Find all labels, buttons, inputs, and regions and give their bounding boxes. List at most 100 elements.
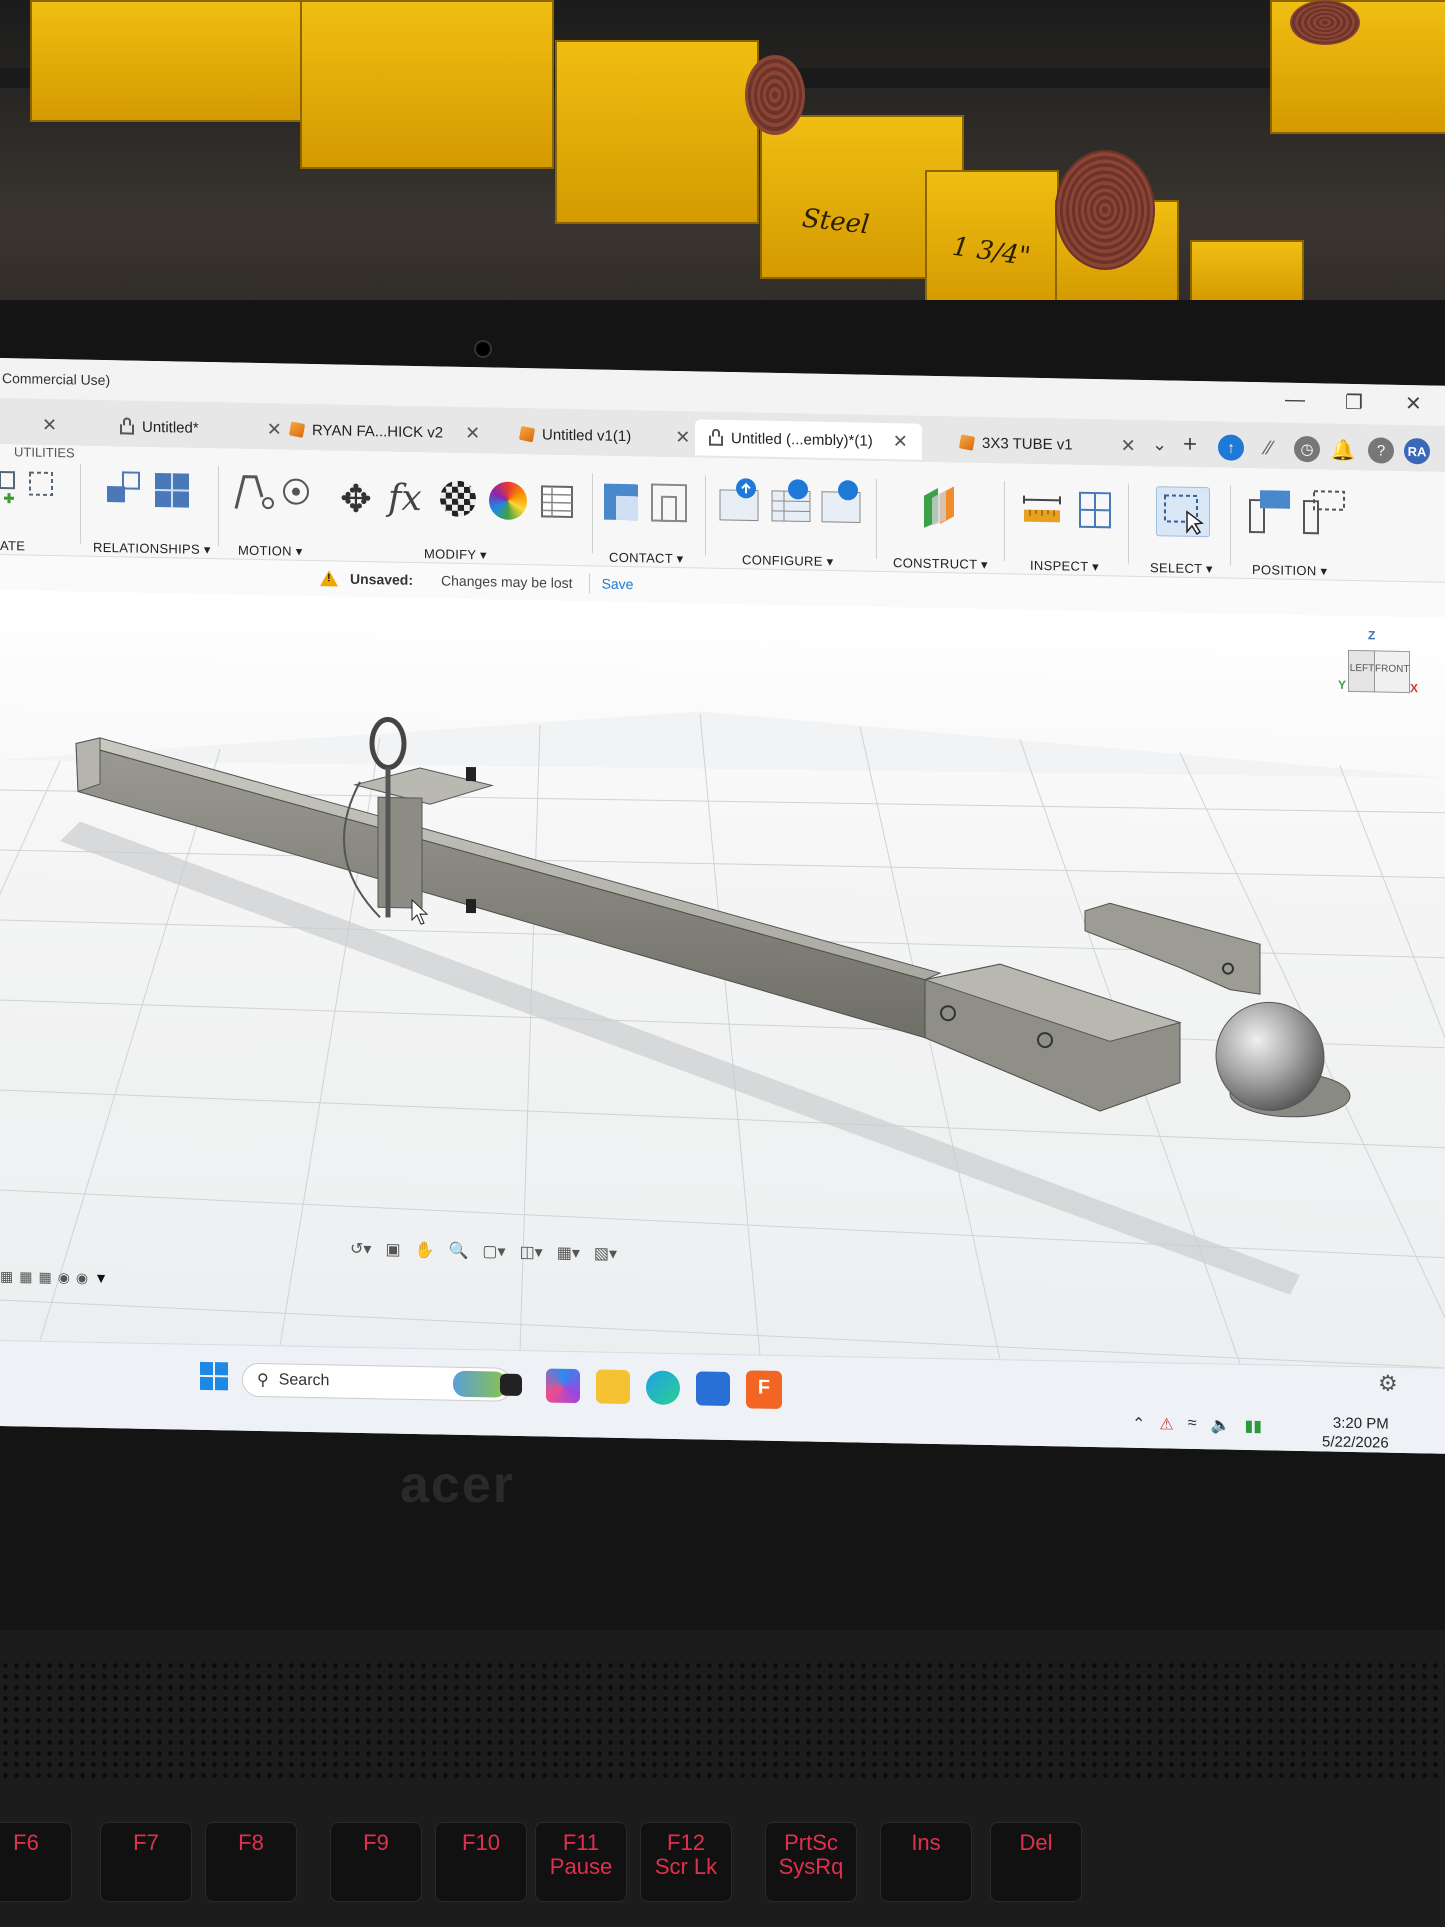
timeline[interactable]: ▦ ▦ ▦ ◉ ◉ ▼	[0, 1268, 108, 1287]
viewcube-left-face[interactable]: LEFT	[1348, 649, 1376, 693]
tab-label: Untitled*	[142, 418, 199, 437]
construct-menu[interactable]: CONSTRUCT ▾	[893, 555, 988, 573]
motion-link-icon[interactable]	[230, 468, 320, 516]
timeline-marker-icon[interactable]: ▼	[94, 1270, 108, 1287]
new-tab-icon[interactable]: +	[1183, 431, 1197, 459]
create-menu[interactable]: ATE	[0, 538, 25, 553]
model-canvas[interactable]	[0, 590, 1445, 1368]
zoom-icon[interactable]: 🔍	[448, 1241, 468, 1261]
timeline-feature-icon[interactable]: ▦	[19, 1268, 32, 1285]
avatar[interactable]: RA	[1404, 437, 1430, 465]
extensions-icon[interactable]: ↑	[1218, 434, 1244, 461]
wifi-icon[interactable]: ≈	[1188, 1415, 1197, 1435]
look-at-icon[interactable]: ▣	[385, 1239, 400, 1259]
construct-label: CONSTRUCT	[893, 555, 978, 572]
minimize-icon[interactable]: —	[1285, 389, 1305, 412]
configure-icons[interactable]	[716, 476, 866, 527]
select-tool-button[interactable]	[1156, 486, 1210, 538]
restore-icon[interactable]: ❐	[1345, 390, 1363, 415]
component-icon	[518, 425, 536, 443]
job-status-icon[interactable]: ∕∕	[1256, 435, 1282, 461]
tab-close-icon[interactable]: ✕	[1121, 435, 1136, 456]
tab-untitled-assembly[interactable]: Untitled (...embly)*(1) ✕	[695, 419, 922, 460]
modify-menu[interactable]: MODIFY ▾	[424, 546, 487, 563]
key-f6: F6	[0, 1822, 72, 1902]
timeline-feature-icon[interactable]: ◉	[58, 1269, 70, 1286]
create-component-icon[interactable]	[0, 468, 65, 513]
orbit-icon[interactable]: ↺▾	[350, 1239, 371, 1259]
position-menu[interactable]: POSITION ▾	[1252, 562, 1327, 579]
appearance-icon[interactable]	[440, 480, 476, 518]
relationships-menu[interactable]: RELATIONSHIPS ▾	[93, 540, 211, 558]
display-settings-icon[interactable]: ◫▾	[520, 1242, 543, 1262]
store-icon[interactable]	[696, 1371, 730, 1407]
offset-plane-icon[interactable]	[918, 484, 968, 531]
close-window-icon[interactable]: ✕	[1405, 391, 1422, 416]
hitch-ball[interactable]	[1215, 1001, 1325, 1111]
capture-position-icon[interactable]	[1246, 486, 1346, 536]
key-f9: F9	[330, 1822, 422, 1902]
key-f11: F11 Pause	[535, 1822, 627, 1902]
viewports-icon[interactable]: ▧▾	[594, 1243, 617, 1263]
key-label: Del	[1019, 1830, 1053, 1855]
security-alert-icon[interactable]: ⚠	[1159, 1414, 1173, 1434]
key-label: F11	[562, 1830, 600, 1855]
help-icon[interactable]: ?	[1368, 437, 1394, 464]
joint-icon[interactable]	[105, 468, 195, 514]
copilot-icon[interactable]	[546, 1368, 580, 1404]
measure-icon[interactable]	[1020, 490, 1120, 532]
viewcube-front-face[interactable]: FRONT	[1374, 650, 1410, 694]
tab-close-icon[interactable]: ✕	[42, 415, 57, 436]
configure-menu[interactable]: CONFIGURE ▾	[742, 552, 833, 570]
timeline-feature-icon[interactable]: ▦	[0, 1268, 13, 1285]
battery-icon[interactable]: ▮▮	[1244, 1416, 1262, 1436]
gear-icon[interactable]: ⚙	[1378, 1370, 1398, 1396]
history-icon[interactable]: ◷	[1294, 435, 1320, 463]
motion-menu[interactable]: MOTION ▾	[238, 543, 303, 560]
tab-close-icon[interactable]: ✕	[267, 419, 282, 440]
fusion-app-icon[interactable]: F	[746, 1370, 782, 1410]
chevron-up-icon[interactable]: ⌃	[1132, 1414, 1145, 1434]
contact-menu[interactable]: CONTACT ▾	[609, 550, 683, 567]
save-link[interactable]: Save	[602, 576, 634, 593]
inspect-menu[interactable]: INSPECT ▾	[1030, 558, 1099, 575]
key-f8: F8	[205, 1822, 297, 1902]
tab-close-icon[interactable]: ✕	[893, 431, 908, 452]
timeline-feature-icon[interactable]: ▦	[38, 1269, 51, 1286]
move-copy-icon[interactable]: ✥	[340, 477, 372, 523]
search-icon: ⚲	[257, 1371, 269, 1390]
tab-close-icon[interactable]: ✕	[465, 422, 480, 443]
timeline-feature-icon[interactable]: ◉	[76, 1269, 88, 1286]
key-label: F10	[462, 1830, 500, 1855]
3d-viewport[interactable]: Z LEFT FRONT X Y ↺▾ ▣ ✋ 🔍 ▢▾ ◫▾ ▦▾ ▧▾ ▦ …	[0, 590, 1445, 1368]
manage-materials-icon[interactable]	[540, 484, 576, 521]
notifications-icon[interactable]: 🔔	[1330, 437, 1356, 463]
tab-ryan-hitch[interactable]: RYAN FA...HICK v2 ✕	[288, 412, 480, 452]
taskbar-clock[interactable]: 3:20 PM 5/22/2026	[1322, 1413, 1389, 1452]
file-explorer-icon[interactable]	[596, 1369, 630, 1405]
contact-sets-icon[interactable]	[602, 480, 692, 526]
tab-untitled-v1[interactable]: Untitled v1(1) ✕	[518, 416, 690, 455]
grid-settings-icon[interactable]: ▦▾	[557, 1243, 580, 1263]
tab-close-icon[interactable]: ✕	[675, 426, 690, 447]
storage-bin	[1190, 240, 1304, 304]
chevron-down-icon[interactable]: ⌄	[1152, 434, 1167, 455]
coupler-latch[interactable]	[1084, 902, 1261, 995]
select-menu[interactable]: SELECT ▾	[1150, 560, 1213, 577]
viewcube[interactable]: Z LEFT FRONT X Y	[1338, 628, 1418, 707]
edge-icon[interactable]	[646, 1370, 680, 1406]
physical-material-icon[interactable]	[489, 481, 527, 521]
laptop-brand: acer	[400, 1456, 515, 1514]
zoom-window-icon[interactable]: ▢▾	[482, 1241, 505, 1261]
tab-3x3-tube[interactable]: 3X3 TUBE v1 ✕	[958, 424, 1136, 463]
pan-icon[interactable]: ✋	[415, 1240, 435, 1260]
task-view-icon[interactable]	[500, 1373, 522, 1397]
utilities-tab[interactable]: UTILITIES	[14, 444, 75, 460]
abrasive-disks	[1055, 150, 1155, 270]
volume-icon[interactable]: 🔈	[1211, 1415, 1231, 1435]
warning-title: Unsaved:	[350, 570, 414, 588]
taskbar-search[interactable]: ⚲ Search	[242, 1362, 512, 1402]
tab-untitled[interactable]: Untitled* ✕	[120, 408, 282, 447]
parameters-icon[interactable]: fx	[388, 477, 422, 519]
start-icon[interactable]	[200, 1361, 228, 1391]
